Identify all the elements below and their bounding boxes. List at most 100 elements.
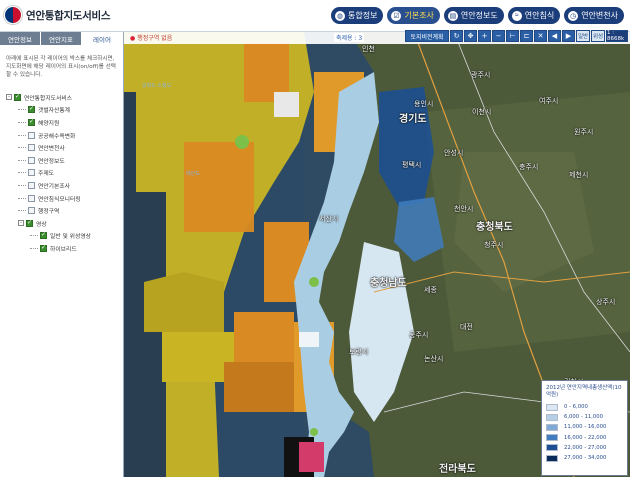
nav-integrated-info[interactable]: ◍ 통합정보 <box>331 7 384 24</box>
map-label-gyeonggi: 경기도 <box>399 114 427 125</box>
map-label-sea-1: 강화도 소청도 <box>142 83 172 89</box>
legend-swatch <box>546 423 558 431</box>
scale-ratio: 1 : 8668k <box>606 30 628 42</box>
map-label-gongju: 공주시 <box>409 331 429 339</box>
legend-row: 11,000 - 16,000 <box>546 422 623 432</box>
clear-icon[interactable]: ✕ <box>534 30 547 42</box>
legend-rows: 0 - 6,000 6,000 - 11,000 11,000 - 16,000 16… <box>546 402 623 463</box>
layer-tree-item[interactable]: 하이브리드 <box>0 242 123 255</box>
map-label-daejeon: 대전 <box>460 323 473 331</box>
layer-checkbox[interactable] <box>40 231 47 240</box>
nav-basic-survey[interactable]: ☑ 기본조사 <box>387 7 440 24</box>
pan-icon[interactable]: ✥ <box>464 30 477 42</box>
layer-tree-item[interactable]: 공공해수욕변화 <box>0 129 123 142</box>
top-nav: ◍ 통합정보 ☑ 기본조사 ▤ 연안정보도 ≈ 연안침식 ◷ 연안변천사 <box>331 7 624 24</box>
layer-label: 갯벌자산통계 <box>38 108 70 115</box>
layer-tree-item[interactable]: 일반 및 위성영상 <box>0 230 123 243</box>
prev-icon[interactable]: ◀ <box>548 30 561 42</box>
zoom-in-icon[interactable]: + <box>478 30 491 42</box>
nav-coastal-info-map[interactable]: ▤ 연안정보도 <box>443 7 504 24</box>
layer-checkbox[interactable] <box>28 181 35 189</box>
map-label-wonju: 원주시 <box>574 128 594 136</box>
collapse-toggle-icon[interactable]: - <box>18 220 24 227</box>
layer-tree-item[interactable]: - 연안통합지도서비스 <box>0 91 123 104</box>
legend-swatch <box>546 454 558 462</box>
refresh-icon[interactable]: ↻ <box>450 30 463 42</box>
layer-label: 공공해수욕변화 <box>38 133 76 140</box>
layer-checkbox[interactable] <box>28 207 35 215</box>
layer-label: 행정구역 <box>38 209 60 216</box>
map-label-cheonan: 천안시 <box>454 205 474 213</box>
next-icon[interactable]: ▶ <box>562 30 575 42</box>
measure-distance-icon[interactable]: ⊢ <box>506 30 519 42</box>
layer-tree-item[interactable]: 주제도 <box>0 167 123 180</box>
layer-tree-item[interactable]: 해양지원 <box>0 116 123 129</box>
layer-checkbox[interactable] <box>28 194 35 202</box>
map-label-yeoju: 여주시 <box>539 97 559 105</box>
map-label-jeonbuk: 전라북도 <box>439 464 476 475</box>
layer-checkbox[interactable] <box>14 93 21 101</box>
legend-label: 22,000 - 27,000 <box>564 444 607 451</box>
map-label-sangju: 상주시 <box>596 298 616 306</box>
layer-description: 아래에 표시된 각 레이어의 박스를 체크하시면, 지도화면에 해당 레이어의 … <box>6 56 116 78</box>
layer-checkbox[interactable] <box>28 105 35 114</box>
layer-label: 영상 <box>36 221 47 228</box>
tab-coastal-info[interactable]: 연안정보 <box>0 32 41 45</box>
admin-region-label: 행정구역 없음 <box>130 33 172 42</box>
layer-tree-item[interactable]: - 영상 <box>0 217 123 230</box>
layer-tree-item[interactable]: 연안침식모니터링 <box>0 192 123 205</box>
layer-tree-item[interactable]: 갯벌자산통계 <box>0 104 123 117</box>
map-label-incheon: 인천 <box>362 45 375 53</box>
map-label-chungju: 충주시 <box>519 163 539 171</box>
legend-row: 27,000 - 34,000 <box>546 453 623 463</box>
zoom-out-icon[interactable]: − <box>492 30 505 42</box>
tree-connector <box>18 197 26 199</box>
land-vision-plan-button[interactable]: 토지비전계획 <box>405 30 449 42</box>
map-label-chungnam: 충청남도 <box>370 278 407 289</box>
measure-area-icon[interactable]: ⊏ <box>520 30 533 42</box>
tree-connector <box>18 184 26 186</box>
layer-label: 연안통합지도서비스 <box>24 95 72 102</box>
app-logo[interactable]: 연안통합지도서비스 <box>4 6 111 24</box>
layer-label: 연안기본조사 <box>38 183 70 190</box>
legend-swatch <box>546 413 558 421</box>
tab-coastal-index[interactable]: 연안지표 <box>41 32 82 45</box>
legend-row: 16,000 - 22,000 <box>546 433 623 443</box>
layer-checkbox[interactable] <box>28 169 35 177</box>
layer-checkbox[interactable] <box>28 131 35 139</box>
tree-connector <box>18 109 26 111</box>
tree-connector <box>18 172 26 174</box>
panel-tabs: 연안정보 연안지표 레이어 <box>0 32 123 45</box>
legend-swatch <box>546 434 558 442</box>
basemap-satellite-button[interactable]: 위성 <box>591 30 605 42</box>
tree-connector <box>18 121 26 123</box>
layer-checkbox[interactable] <box>28 144 35 152</box>
tab-layer[interactable]: 레이어 <box>82 32 123 45</box>
layer-checkbox[interactable] <box>28 118 35 126</box>
checklist-icon: ☑ <box>391 10 402 21</box>
layer-tree-item[interactable]: 행정구역 <box>0 204 123 217</box>
nav-coastal-history[interactable]: ◷ 연안변천사 <box>564 7 624 24</box>
map-label-seosan: 서산시 <box>319 215 339 223</box>
layer-checkbox[interactable] <box>28 156 35 164</box>
globe-icon: ◍ <box>335 10 346 21</box>
map-label-cheongju: 청주시 <box>484 241 504 249</box>
tree-connector <box>30 247 38 249</box>
map-legend: 2012년 연안지역내총생산액(10억원) 0 - 6,000 6,000 - 1… <box>541 380 628 476</box>
layer-tree-item[interactable]: 연안변천사 <box>0 141 123 154</box>
map-label-icheon: 이천시 <box>472 108 492 116</box>
legend-row: 22,000 - 27,000 <box>546 443 623 453</box>
layer-tree-item[interactable]: 연안기본조사 <box>0 179 123 192</box>
layer-checkbox[interactable] <box>40 244 47 252</box>
legend-title: 2012년 연안지역내총생산액(10억원) <box>546 385 622 398</box>
collapse-toggle-icon[interactable]: - <box>6 94 12 101</box>
layer-label: 주제도 <box>38 171 54 178</box>
layer-tree-item[interactable]: 연안정보도 <box>0 154 123 167</box>
layer-checkbox[interactable] <box>26 219 33 227</box>
nav-coastal-erosion[interactable]: ≈ 연안침식 <box>507 7 561 24</box>
legend-swatch <box>546 403 558 411</box>
tree-connector <box>18 147 26 149</box>
taegeuk-logo-icon <box>4 6 22 24</box>
basemap-normal-button[interactable]: 일반 <box>576 30 590 42</box>
legend-label: 27,000 - 34,000 <box>564 455 607 462</box>
